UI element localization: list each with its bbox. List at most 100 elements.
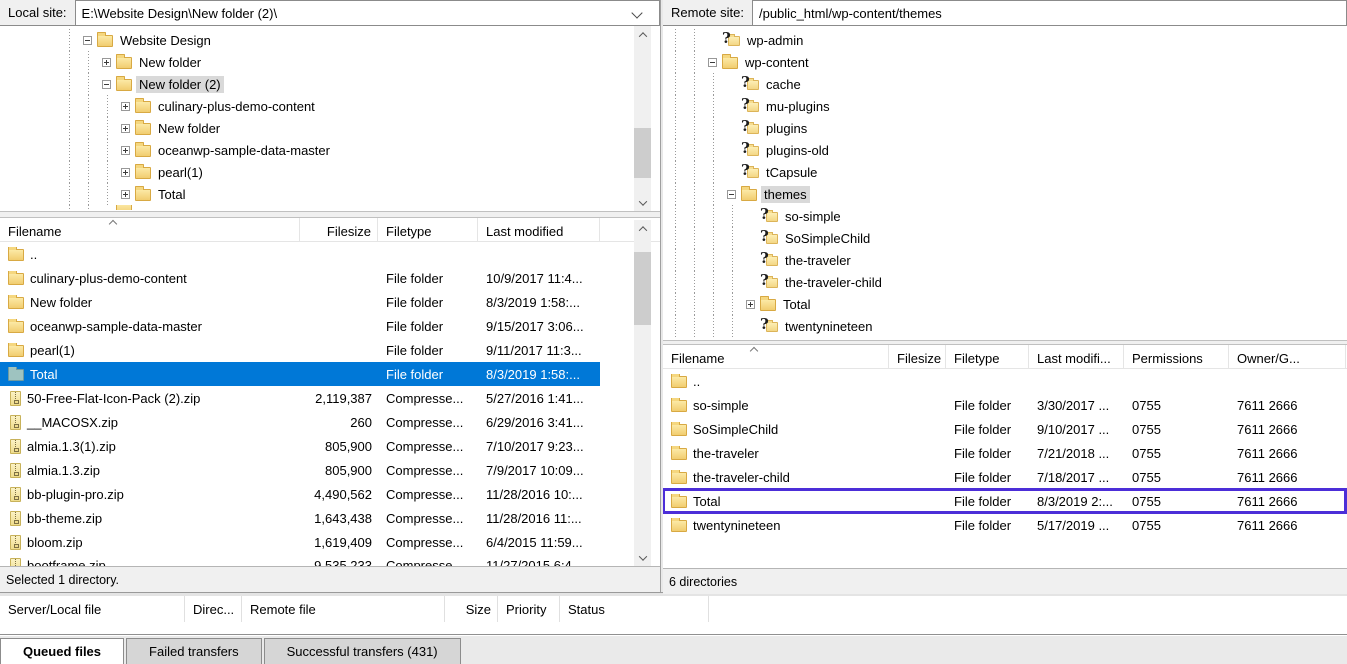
column-header-filename[interactable]: Filename — [663, 345, 889, 368]
tab-failed-transfers[interactable]: Failed transfers — [126, 638, 262, 664]
scroll-down-icon[interactable] — [634, 194, 651, 211]
tree-item-website-design[interactable]: Website Design — [0, 29, 660, 51]
chevron-down-icon[interactable] — [631, 7, 642, 18]
file-row-bb-plugin-pro-zip[interactable]: bb-plugin-pro.zip4,490,562Compresse...11… — [0, 482, 600, 506]
file-row-culinary-plus-demo-content[interactable]: culinary-plus-demo-contentFile folder10/… — [0, 266, 600, 290]
tree-item-plugins[interactable]: plugins — [663, 117, 1347, 139]
file-row--macosx-zip[interactable]: __MACOSX.zip260Compresse...6/29/2016 3:4… — [0, 410, 600, 434]
cell-modified: 5/17/2019 ... — [1029, 518, 1124, 533]
file-row-bootframe-zip[interactable]: bootframe.zip9,535,233Compresse...11/27/… — [0, 554, 600, 566]
file-row-almia-1-3-zip[interactable]: almia.1.3.zip805,900Compresse...7/9/2017… — [0, 458, 600, 482]
tab-queued-files[interactable]: Queued files — [0, 638, 124, 664]
local-list-scrollbar[interactable] — [634, 220, 651, 566]
column-header-permissions[interactable]: Permissions — [1124, 345, 1229, 368]
file-row-the-traveler-child[interactable]: the-traveler-childFile folder7/18/2017 .… — [663, 465, 1346, 489]
expand-icon[interactable] — [102, 58, 111, 67]
column-header-priority[interactable]: Priority — [498, 596, 560, 622]
scroll-down-icon[interactable] — [634, 549, 651, 566]
tab-successful-transfers-431-[interactable]: Successful transfers (431) — [264, 638, 461, 664]
file-row-almia-1-3-1-zip[interactable]: almia.1.3(1).zip805,900Compresse...7/10/… — [0, 434, 600, 458]
tree-item-mu-plugins[interactable]: mu-plugins — [663, 95, 1347, 117]
tree-item-new-folder-2-[interactable]: New folder (2) — [0, 73, 660, 95]
column-header-last-modified[interactable]: Last modified — [478, 218, 600, 241]
tree-item-so-simple[interactable]: so-simple — [663, 205, 1347, 227]
tree-item-new-folder[interactable]: New folder — [0, 117, 660, 139]
tree-item-wp-admin[interactable]: wp-admin — [663, 29, 1347, 51]
tree-guide — [684, 29, 703, 51]
tree-item-themes[interactable]: themes — [663, 183, 1347, 205]
file-row--[interactable]: .. — [663, 369, 1346, 393]
tree-item-culinary-plus-demo-content[interactable]: culinary-plus-demo-content — [0, 95, 660, 117]
tree-item[interactable] — [0, 205, 660, 210]
file-row-bloom-zip[interactable]: bloom.zip1,619,409Compresse...6/4/2015 1… — [0, 530, 600, 554]
tree-item-pearl-1-[interactable]: pearl(1) — [0, 161, 660, 183]
tree-item-the-traveler-child[interactable]: the-traveler-child — [663, 271, 1347, 293]
expand-icon[interactable] — [746, 300, 755, 309]
file-row-total[interactable]: TotalFile folder8/3/2019 1:58:... — [0, 362, 600, 386]
remote-site-combobox[interactable]: /public_html/wp-content/themes — [752, 0, 1347, 25]
tree-item-oceanwp-sample-data-master[interactable]: oceanwp-sample-data-master — [0, 139, 660, 161]
column-header-filesize[interactable]: Filesize — [300, 218, 378, 241]
column-header-label: Owner/G... — [1237, 351, 1300, 366]
scroll-up-icon[interactable] — [634, 220, 651, 237]
file-row-bb-theme-zip[interactable]: bb-theme.zip1,643,438Compresse...11/28/2… — [0, 506, 600, 530]
expand-icon[interactable] — [121, 102, 130, 111]
file-row-new-folder[interactable]: New folderFile folder8/3/2019 1:58:... — [0, 290, 600, 314]
scrollbar-thumb[interactable] — [634, 128, 651, 178]
tree-item-label: oceanwp-sample-data-master — [155, 142, 333, 159]
tree-item-total[interactable]: Total — [663, 293, 1347, 315]
column-header-filetype[interactable]: Filetype — [946, 345, 1029, 368]
collapse-icon[interactable] — [708, 58, 717, 67]
tree-guide — [78, 51, 97, 73]
unknown-folder-icon — [741, 99, 759, 114]
file-row-oceanwp-sample-data-master[interactable]: oceanwp-sample-data-masterFile folder9/1… — [0, 314, 600, 338]
scroll-up-icon[interactable] — [634, 26, 651, 43]
column-header-size[interactable]: Size — [445, 596, 498, 622]
column-header-filetype[interactable]: Filetype — [378, 218, 478, 241]
column-header-server-local-file[interactable]: Server/Local file — [0, 596, 185, 622]
cell-modified: 7/9/2017 10:09... — [478, 463, 600, 478]
tree-item-total[interactable]: Total — [0, 183, 660, 205]
file-row--[interactable]: .. — [0, 242, 600, 266]
file-row-50-free-flat-icon-pack-2-zip[interactable]: 50-Free-Flat-Icon-Pack (2).zip2,119,387C… — [0, 386, 600, 410]
tree-guide — [722, 249, 741, 271]
expand-icon[interactable] — [121, 190, 130, 199]
file-row-the-traveler[interactable]: the-travelerFile folder7/21/2018 ...0755… — [663, 441, 1346, 465]
tree-item-wp-content[interactable]: wp-content — [663, 51, 1347, 73]
tree-item-sosimplechild[interactable]: SoSimpleChild — [663, 227, 1347, 249]
tree-guide — [684, 51, 703, 73]
expand-icon[interactable] — [121, 124, 130, 133]
file-row-pearl-1-[interactable]: pearl(1)File folder9/11/2017 11:3... — [0, 338, 600, 362]
collapse-icon[interactable] — [727, 190, 736, 199]
file-row-total[interactable]: TotalFile folder8/3/2019 2:...07557611 2… — [663, 489, 1346, 513]
file-row-twentynineteen[interactable]: twentynineteenFile folder5/17/2019 ...07… — [663, 513, 1346, 537]
local-site-combobox[interactable]: E:\Website Design\New folder (2)\ — [75, 0, 660, 25]
column-header-owner-g-[interactable]: Owner/G... — [1229, 345, 1346, 368]
local-tree-scrollbar[interactable] — [634, 26, 651, 211]
tree-guide — [684, 227, 703, 249]
collapse-icon[interactable] — [83, 36, 92, 45]
tree-item-cache[interactable]: cache — [663, 73, 1347, 95]
tree-guide — [40, 183, 59, 205]
column-header-last-modifi-[interactable]: Last modifi... — [1029, 345, 1124, 368]
remote-list-header: FilenameFilesizeFiletypeLast modifi...Pe… — [663, 345, 1347, 369]
file-row-so-simple[interactable]: so-simpleFile folder3/30/2017 ...0755761… — [663, 393, 1346, 417]
column-header-status[interactable]: Status — [560, 596, 709, 622]
column-header-filename[interactable]: Filename — [0, 218, 300, 241]
file-row-sosimplechild[interactable]: SoSimpleChildFile folder9/10/2017 ...075… — [663, 417, 1346, 441]
column-header-remote-file[interactable]: Remote file — [242, 596, 445, 622]
collapse-icon[interactable] — [102, 80, 111, 89]
expand-icon[interactable] — [121, 146, 130, 155]
tree-item-new-folder[interactable]: New folder — [0, 51, 660, 73]
column-header-direc-[interactable]: Direc... — [185, 596, 242, 622]
scrollbar-thumb[interactable] — [634, 252, 651, 325]
tree-item-tcapsule[interactable]: tCapsule — [663, 161, 1347, 183]
column-header-filesize[interactable]: Filesize — [889, 345, 946, 368]
tree-guide — [684, 73, 703, 95]
tree-item-twentynineteen[interactable]: twentynineteen — [663, 315, 1347, 337]
expand-icon[interactable] — [121, 168, 130, 177]
tree-item-the-traveler[interactable]: the-traveler — [663, 249, 1347, 271]
local-splitter[interactable] — [0, 211, 660, 218]
column-header-label: Remote file — [250, 602, 316, 617]
tree-item-plugins-old[interactable]: plugins-old — [663, 139, 1347, 161]
